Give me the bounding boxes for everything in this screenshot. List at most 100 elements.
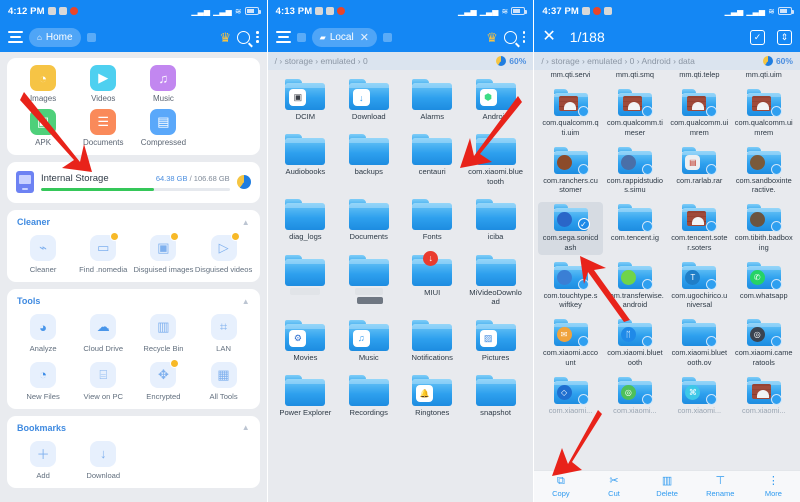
- crown-icon[interactable]: ♛: [220, 31, 232, 44]
- file-item-com-qualcomm-timeser[interactable]: com.qualcomm.timeser: [603, 87, 667, 140]
- kebab-menu-icon[interactable]: [522, 31, 526, 43]
- chevron-up-icon[interactable]: ▲: [242, 423, 250, 432]
- category-documents[interactable]: ☰ Documents: [73, 109, 133, 147]
- file-item-com-xiaomi-account[interactable]: ✉ com.xiaomi.account: [538, 317, 602, 370]
- action-rename[interactable]: ⊤ Rename: [694, 475, 747, 498]
- file-item-centauri[interactable]: centauri: [400, 132, 463, 189]
- tool-find-nomedia[interactable]: ▭ Find .nomedia: [73, 232, 133, 274]
- file-item-partial-2[interactable]: mm.qti.smq: [603, 70, 667, 82]
- file-item-redacted-1[interactable]: [274, 253, 337, 310]
- file-item-music[interactable]: ♫ Music: [337, 318, 400, 365]
- tool-recycle-bin[interactable]: ▥ Recycle Bin: [133, 314, 193, 353]
- action-copy[interactable]: ⧉ Copy: [534, 475, 587, 498]
- tab-placeholder[interactable]: [382, 32, 392, 42]
- chevron-up-icon[interactable]: ▲: [242, 297, 250, 306]
- tab-local[interactable]: ▰ Local ✕: [311, 27, 377, 47]
- sort-icon[interactable]: ⇕: [776, 29, 792, 45]
- file-item-com-ranchers-customer[interactable]: com.ranchers.customer: [538, 145, 602, 198]
- file-item-ringtones[interactable]: 🔔 Ringtones: [400, 373, 463, 420]
- tool-view-on-pc[interactable]: ⌸ View on PC: [73, 361, 133, 401]
- file-item-com-qualcomm-uimrem-1[interactable]: com.qualcomm.uimrem: [667, 87, 731, 140]
- file-item-faded-4[interactable]: com.xiaomi...: [732, 375, 796, 418]
- crown-icon[interactable]: ♛: [486, 31, 498, 44]
- category-images[interactable]: ◔ Images: [13, 65, 73, 103]
- category-videos[interactable]: ▶ Videos: [73, 65, 133, 103]
- file-item-com-sandboxinteractive[interactable]: com.sandboxinteractive.: [732, 145, 796, 198]
- file-item-com-touchtype-swiftkey[interactable]: com.touchtype.swiftkey: [538, 260, 602, 313]
- cleaner-header[interactable]: Cleaner ▲: [13, 217, 254, 233]
- storage-row[interactable]: Internal Storage 64.38 GB / 106.68 GB: [13, 169, 254, 195]
- file-item-faded-1[interactable]: ◇ com.xiaomi...: [538, 375, 602, 418]
- file-item-com-whatsapp[interactable]: ✆ com.whatsapp: [732, 260, 796, 313]
- search-icon[interactable]: [237, 30, 251, 44]
- file-item-com-qualcomm-qti-uim[interactable]: com.qualcomm.qti.uim: [538, 87, 602, 140]
- file-item-mivideodownload[interactable]: MiVideoDownload: [464, 253, 527, 310]
- file-item-com-tencent-soter[interactable]: com.tencent.soter.soters: [667, 202, 731, 255]
- hamburger-icon[interactable]: [275, 31, 291, 43]
- action-cut[interactable]: ✂ Cut: [587, 475, 640, 498]
- file-item-com-tencent-ig[interactable]: com.tencent.ig: [603, 202, 667, 255]
- chevron-up-icon[interactable]: ▲: [242, 218, 250, 227]
- action-delete[interactable]: ▥ Delete: [641, 475, 694, 498]
- bookmark-download[interactable]: ↓ Download: [73, 440, 133, 480]
- file-item-iciba[interactable]: iciba: [464, 197, 527, 244]
- file-item-recordings[interactable]: Recordings: [337, 373, 400, 420]
- file-item-com-xiaomi-bluetooth[interactable]: ᛖ com.xiaomi.bluetooth: [603, 317, 667, 370]
- bookmarks-header[interactable]: Bookmarks ▲: [13, 423, 254, 439]
- select-all-icon[interactable]: ✓: [749, 29, 765, 45]
- file-item-com-xiaomi-cameratools[interactable]: ◎ com.xiaomi.cameratools: [732, 317, 796, 370]
- file-item-power-explorer[interactable]: Power Explorer: [274, 373, 337, 420]
- category-music[interactable]: ♫ Music: [133, 65, 193, 103]
- file-item-dcim[interactable]: ▣ DCIM: [274, 77, 337, 124]
- tool-encrypted[interactable]: ✥ Encrypted: [133, 358, 193, 401]
- breadcrumb-middle[interactable]: / › storage › emulated › 0 60%: [267, 52, 534, 70]
- file-item-notifications[interactable]: Notifications: [400, 318, 463, 365]
- file-item-backups[interactable]: backups: [337, 132, 400, 189]
- hamburger-icon[interactable]: [8, 31, 23, 43]
- file-item-fonts[interactable]: Fonts: [400, 197, 463, 244]
- file-item-com-rarlab-rar[interactable]: ▤ com.rarlab.rar: [667, 145, 731, 198]
- file-item-audiobooks[interactable]: Audiobooks: [274, 132, 337, 189]
- file-item-partial-4[interactable]: mm.qti.uim: [732, 70, 796, 82]
- file-item-faded-3[interactable]: ⌘ com.xiaomi...: [667, 375, 731, 418]
- file-item-partial-1[interactable]: mm.qti.servi: [538, 70, 602, 82]
- tab-placeholder[interactable]: [86, 32, 96, 42]
- kebab-menu-icon[interactable]: [256, 31, 259, 43]
- close-icon[interactable]: ✕: [542, 29, 555, 45]
- breadcrumb-right[interactable]: / › storage › emulated › 0 › Android › d…: [534, 52, 800, 70]
- file-item-miui[interactable]: ↓ MIUI: [400, 250, 463, 310]
- file-item-diag-logs[interactable]: diag_logs: [274, 197, 337, 244]
- tool-cloud-drive[interactable]: ☁ Cloud Drive: [73, 314, 133, 353]
- tools-header[interactable]: Tools ▲: [13, 296, 254, 312]
- tool-disguised-videos[interactable]: ▷ Disguised videos: [193, 232, 253, 274]
- file-item-pictures[interactable]: ▨ Pictures: [464, 318, 527, 365]
- file-item-com-xiaomi-bluetooth[interactable]: com.xiaomi.bluetooth: [464, 132, 527, 189]
- tab-home-collapsed[interactable]: [296, 32, 306, 42]
- breadcrumb-path[interactable]: / › storage › emulated › 0: [275, 56, 368, 66]
- breadcrumb-path[interactable]: / › storage › emulated › 0 › Android › d…: [541, 56, 695, 66]
- tab-home[interactable]: ⌂ Home: [29, 27, 81, 47]
- file-item-download[interactable]: ↓ Download: [337, 77, 400, 124]
- tool-all-tools[interactable]: ▦ All Tools: [193, 361, 253, 401]
- tool-new-files[interactable]: ◔ New Files: [13, 361, 73, 401]
- file-item-com-qualcomm-uimrem-2[interactable]: com.qualcomm.uimrem: [732, 87, 796, 140]
- file-item-movies[interactable]: ⚙ Movies: [274, 318, 337, 365]
- file-item-alarms[interactable]: Alarms: [400, 77, 463, 124]
- action-more[interactable]: ⋮ More: [747, 475, 800, 498]
- file-item-snapshot[interactable]: snapshot: [464, 373, 527, 420]
- category-apk[interactable]: ▣ APK: [13, 109, 73, 147]
- file-item-redacted-2[interactable]: [337, 253, 400, 310]
- file-item-android[interactable]: ⬢ Android: [464, 77, 527, 124]
- close-icon[interactable]: ✕: [360, 31, 369, 44]
- file-item-faded-2[interactable]: ◎ com.xiaomi...: [603, 375, 667, 418]
- search-icon[interactable]: [503, 30, 517, 44]
- tool-cleaner[interactable]: ⌁ Cleaner: [13, 235, 73, 274]
- file-item-com-xiaomi-bluetooth-ov[interactable]: com.xiaomi.bluetooth.ov: [667, 317, 731, 370]
- tool-disguised-images[interactable]: ▣ Disguised images: [133, 232, 193, 274]
- internal-storage-card[interactable]: Internal Storage 64.38 GB / 106.68 GB: [7, 162, 260, 204]
- file-item-com-tibith-badboxing[interactable]: com.tibith.badboxing: [732, 202, 796, 255]
- file-item-com-transferwise-android[interactable]: com.transferwise.android: [603, 260, 667, 313]
- file-item-documents[interactable]: Documents: [337, 197, 400, 244]
- category-compressed[interactable]: ▤ Compressed: [133, 109, 193, 147]
- file-item-partial-3[interactable]: mm.qti.telep: [667, 70, 731, 82]
